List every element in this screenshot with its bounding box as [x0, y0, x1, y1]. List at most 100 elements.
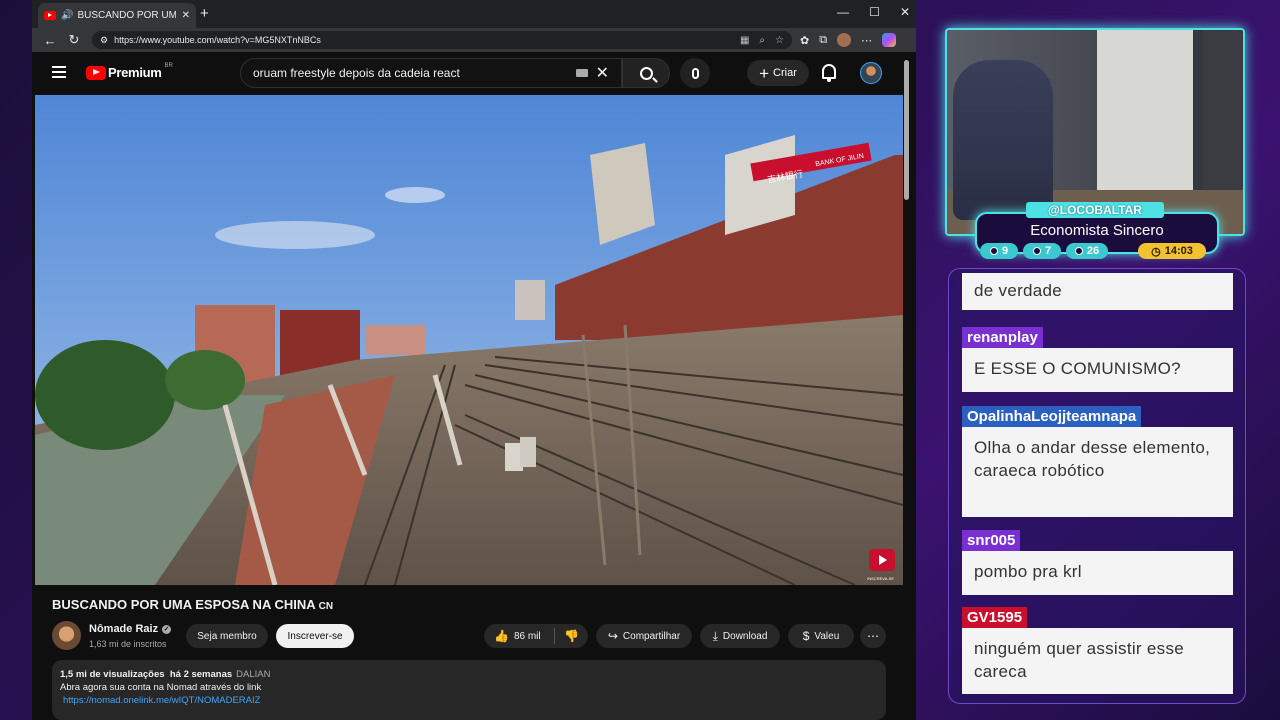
chat-text: E ESSE O COMUNISMO?	[962, 348, 1233, 392]
page-scrollbar[interactable]	[904, 60, 909, 200]
search-icon	[639, 66, 653, 80]
close-window-button[interactable]: ✕	[900, 5, 910, 19]
stat-badge-2: 7	[1023, 243, 1061, 259]
clear-search-icon[interactable]: ✕	[596, 63, 609, 83]
thumbs-down-icon[interactable]: 👎	[564, 629, 579, 643]
back-arrow-icon[interactable]: ←	[38, 33, 62, 48]
close-tab-icon[interactable]: ✕	[182, 10, 190, 21]
super-thanks-icon: $	[802, 629, 810, 643]
more-actions-button[interactable]: ⋯	[860, 624, 886, 648]
video-player[interactable]: 吉林银行 BANK OF JILIN INSCREVA-SE	[35, 95, 903, 585]
notifications-bell-icon[interactable]	[822, 64, 836, 82]
search-input[interactable]: oruam freestyle depois da cadeia react ✕	[240, 58, 622, 88]
url-field[interactable]: ⚙ https://www.youtube.com/watch?v=MG5NXT…	[92, 31, 792, 49]
microphone-icon	[691, 67, 699, 79]
search-query: oruam freestyle depois da cadeia react	[253, 66, 460, 80]
webcam-door	[1203, 30, 1243, 190]
voice-search-button[interactable]	[680, 58, 710, 88]
search-button[interactable]	[622, 58, 670, 88]
chat-text: ninguém quer assistir esse careca	[962, 628, 1233, 694]
minimize-button[interactable]: —	[837, 5, 849, 19]
description-tag[interactable]: DALIAN	[236, 669, 270, 680]
like-divider	[554, 628, 555, 644]
new-tab-button[interactable]: +	[200, 5, 209, 22]
copilot-icon[interactable]	[882, 33, 897, 47]
maximize-button[interactable]: ☐	[869, 5, 880, 19]
more-menu-icon[interactable]: ⋯	[861, 34, 872, 47]
gaming-chair	[953, 60, 1053, 220]
video-title-tag: CN	[318, 601, 334, 612]
thanks-label: Valeu	[814, 630, 840, 642]
viewer-icon	[1074, 247, 1083, 255]
download-label: Download	[722, 630, 768, 642]
description-link[interactable]: https://nomad.onelink.me/wIQT/NOMADERAIZ	[63, 695, 260, 706]
streamer-handle: @LOCOBALTAR	[1026, 202, 1164, 218]
browser-window: 🔊 BUSCANDO POR UMA ESPO ✕ + — ☐ ✕ ← ↻ ⚙ …	[32, 0, 916, 720]
user-avatar[interactable]	[860, 62, 882, 84]
hamburger-menu-icon[interactable]	[52, 66, 66, 78]
stat-badge-3: 26	[1066, 243, 1108, 259]
stat-value-3: 26	[1086, 245, 1100, 257]
chat-message: de verdade	[962, 273, 1233, 310]
tab-title: BUSCANDO POR UMA ESPO	[77, 10, 176, 21]
follower-icon	[989, 247, 998, 255]
stat-value-1: 9	[1001, 245, 1009, 257]
stat-badge-1: 9	[980, 243, 1018, 259]
extensions-area: ✿ ⧉ ⋯	[800, 33, 897, 47]
channel-name[interactable]: Nômade Raiz ✓	[89, 623, 172, 635]
window-controls: — ☐ ✕	[837, 5, 910, 19]
subscribe-button[interactable]: Inscrever-se	[276, 624, 354, 648]
split-screen-icon[interactable]: ⧉	[819, 34, 827, 47]
chat-text: Olha o andar desse elemento, caraeca rob…	[962, 427, 1233, 517]
youtube-header: Premium BR oruam freestyle depois da cad…	[32, 52, 908, 94]
chat-text: pombo pra krl	[962, 551, 1233, 595]
subscriber-count: 1,63 mi de inscritos	[89, 639, 167, 649]
download-icon: ⤓	[712, 628, 718, 643]
stat-value-2: 7	[1044, 245, 1052, 257]
apps-icon[interactable]: ▦	[740, 35, 749, 46]
youtube-play-icon	[86, 65, 106, 80]
download-button[interactable]: ⤓ Download	[700, 624, 780, 648]
chat-username: OpalinhaLeojjteamnapa	[962, 406, 1142, 427]
youtube-favicon-icon	[44, 11, 56, 20]
clock-badge: ◷ 14:03	[1138, 243, 1206, 259]
thanks-button[interactable]: $ Valeu	[788, 624, 854, 648]
like-count[interactable]: 86 mil	[514, 631, 541, 642]
like-dislike-group: 👍 86 mil 👎	[484, 624, 588, 648]
reload-icon[interactable]: ↻	[62, 32, 86, 48]
favorite-star-icon[interactable]: ☆	[775, 35, 784, 46]
create-button[interactable]: + Criar	[747, 60, 809, 86]
tab-bar: 🔊 BUSCANDO POR UMA ESPO ✕ + — ☐ ✕	[32, 0, 916, 28]
upload-age: há 2 semanas	[169, 669, 233, 680]
chat-panel: de verdade renanplay E ESSE O COMUNISMO?…	[948, 268, 1246, 704]
clock-time: 14:03	[1164, 245, 1193, 257]
speaker-icon[interactable]: 🔊	[61, 10, 73, 21]
logo-country: BR	[164, 62, 173, 69]
description-line: Abra agora sua conta na Nomad através do…	[60, 682, 262, 693]
verified-check-icon: ✓	[162, 624, 172, 634]
chat-username: renanplay	[962, 327, 1043, 348]
clock-icon: ◷	[1151, 245, 1161, 258]
url-text: https://www.youtube.com/watch?v=MG5NXTnN…	[114, 35, 321, 45]
zoom-icon[interactable]: ⌕	[759, 35, 765, 46]
keyboard-icon[interactable]	[575, 69, 588, 77]
extension-icon[interactable]: ✿	[800, 34, 809, 47]
streamer-display-name: Economista Sincero	[1030, 222, 1164, 239]
join-button[interactable]: Seja membro	[186, 624, 268, 648]
thumbs-up-icon[interactable]: 👍	[494, 629, 509, 643]
video-description[interactable]: 1,5 mi de visualizações há 2 semanas DALI…	[52, 660, 886, 720]
share-arrow-icon: ↪	[607, 629, 618, 643]
plus-icon: +	[759, 63, 770, 83]
video-title-text: BUSCANDO POR UMA ESPOSA NA CHINA	[52, 597, 316, 612]
subscribe-watermark[interactable]	[869, 549, 895, 571]
chat-username: GV1595	[962, 607, 1028, 628]
youtube-premium-logo[interactable]: Premium BR	[86, 62, 173, 80]
channel-avatar[interactable]	[52, 621, 81, 650]
site-info-icon[interactable]: ⚙	[100, 35, 108, 46]
share-button[interactable]: ↪ Compartilhar	[596, 624, 692, 648]
watermark-label: INSCREVA-SE	[867, 576, 894, 581]
profile-avatar[interactable]	[837, 33, 852, 47]
view-count: 1,5 mi de visualizações	[60, 669, 165, 680]
browser-tab[interactable]: 🔊 BUSCANDO POR UMA ESPO ✕	[38, 3, 196, 28]
chat-message: OpalinhaLeojjteamnapa Olha o andar desse…	[962, 406, 1233, 517]
